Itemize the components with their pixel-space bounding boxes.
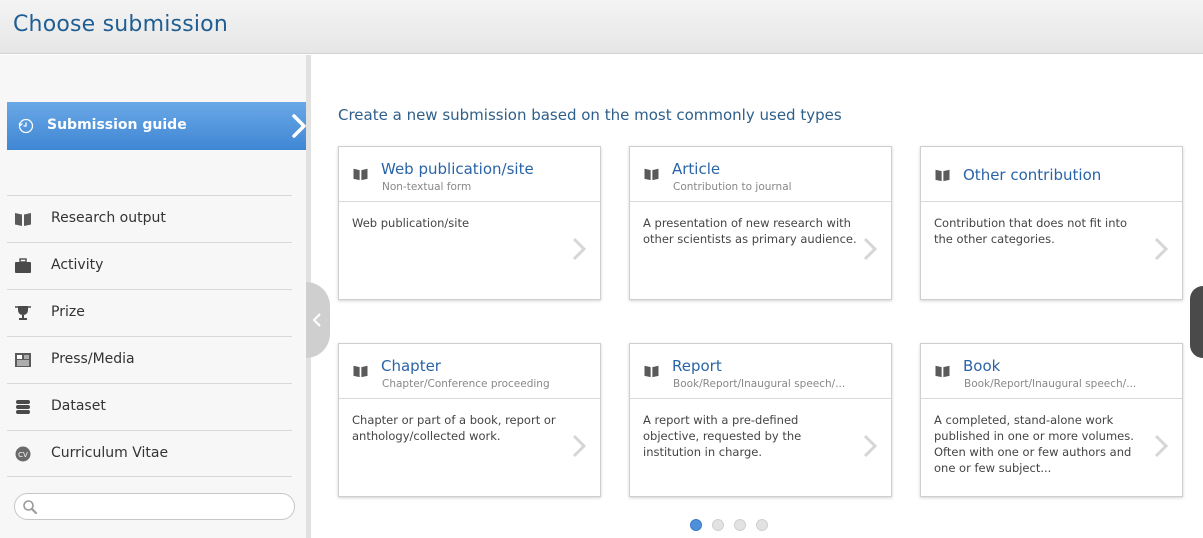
book-icon — [353, 365, 368, 378]
book-icon — [644, 168, 659, 181]
page-dot[interactable] — [756, 519, 768, 531]
sidebar-nav: Research output Activity Prize Press/Med… — [7, 195, 292, 477]
card-header: Chapter Chapter/Conference proceeding — [339, 344, 600, 399]
chevron-left-icon — [312, 313, 321, 327]
page-dot[interactable] — [734, 519, 746, 531]
main-heading: Create a new submission based on the mos… — [338, 106, 842, 124]
cv-icon: CV — [15, 446, 31, 462]
card-title: Chapter — [381, 357, 441, 375]
submission-card-report[interactable]: Report Book/Report/Inaugural speech/... … — [629, 343, 892, 497]
submission-card-chapter[interactable]: Chapter Chapter/Conference proceeding Ch… — [338, 343, 601, 497]
database-icon — [16, 400, 30, 414]
submission-card-other-contribution[interactable]: Other contribution Contribution that doe… — [920, 146, 1183, 300]
submission-card-article[interactable]: Article Contribution to journal A presen… — [629, 146, 892, 300]
card-header: Web publication/site Non-textual form — [339, 147, 600, 202]
sidebar-item-dataset[interactable]: Dataset — [7, 383, 292, 430]
sidebar-item-research-output[interactable]: Research output — [7, 195, 292, 242]
trophy-icon — [15, 306, 31, 320]
newspaper-icon — [15, 353, 31, 367]
card-subtitle: Book/Report/Inaugural speech/... — [673, 378, 846, 390]
chevron-right-icon — [292, 114, 306, 138]
chevron-right-icon — [863, 434, 877, 458]
search-input[interactable] — [43, 498, 283, 516]
card-header: Other contribution — [921, 147, 1182, 202]
card-title: Report — [672, 357, 722, 375]
card-description: A completed, stand-alone work published … — [934, 413, 1134, 475]
submission-guide-button[interactable]: Submission guide — [7, 102, 306, 150]
card-header: Book Book/Report/Inaugural speech/... — [921, 344, 1182, 399]
sidebar-item-label: Curriculum Vitae — [51, 445, 169, 461]
submission-card-book[interactable]: Book Book/Report/Inaugural speech/... A … — [920, 343, 1183, 497]
card-description: Web publication/site — [352, 216, 470, 230]
svg-text:CV: CV — [18, 451, 28, 459]
book-icon — [644, 365, 659, 378]
page-title: Choose submission — [13, 12, 228, 37]
chevron-right-icon — [863, 237, 877, 261]
card-title: Web publication/site — [381, 160, 534, 178]
clock-back-icon — [18, 118, 34, 134]
briefcase-icon — [15, 258, 31, 273]
sidebar-item-label: Prize — [51, 304, 85, 320]
sidebar-item-label: Press/Media — [51, 351, 135, 367]
chevron-right-icon — [572, 237, 586, 261]
card-description: A report with a pre-defined objective, r… — [643, 413, 802, 459]
card-title: Book — [963, 357, 1001, 375]
sidebar-item-activity[interactable]: Activity — [7, 242, 292, 289]
card-header: Article Contribution to journal — [630, 147, 891, 202]
card-subtitle: Non-textual form — [382, 181, 472, 193]
card-description: A presentation of new research with othe… — [643, 216, 857, 246]
sidebar-item-label: Research output — [51, 210, 166, 226]
submission-card-web-publication[interactable]: Web publication/site Non-textual form We… — [338, 146, 601, 300]
sidebar-item-curriculum-vitae[interactable]: CV Curriculum Vitae — [7, 430, 292, 477]
chevron-right-icon — [1154, 237, 1168, 261]
chevron-right-icon — [572, 434, 586, 458]
book-icon — [935, 169, 950, 182]
card-subtitle: Contribution to journal — [673, 181, 792, 193]
carousel-prev-button[interactable] — [306, 282, 330, 358]
sidebar-item-label: Activity — [51, 257, 104, 273]
page-dot[interactable] — [712, 519, 724, 531]
chevron-right-icon — [1154, 434, 1168, 458]
card-subtitle: Book/Report/Inaugural speech/... — [964, 378, 1137, 390]
page-header: Choose submission — [0, 0, 1203, 54]
card-title: Other contribution — [963, 166, 1102, 184]
sidebar-search — [14, 493, 295, 520]
sidebar-item-press-media[interactable]: Press/Media — [7, 336, 292, 383]
card-description: Chapter or part of a book, report or ant… — [352, 413, 556, 443]
sidebar-item-label: Dataset — [51, 398, 106, 414]
search-icon — [23, 500, 37, 514]
carousel-next-button[interactable] — [1190, 286, 1203, 358]
card-title: Article — [672, 160, 721, 178]
book-icon — [353, 168, 368, 181]
book-icon — [15, 213, 31, 226]
card-subtitle: Chapter/Conference proceeding — [382, 378, 550, 390]
sidebar-item-prize[interactable]: Prize — [7, 289, 292, 336]
submission-guide-label: Submission guide — [47, 117, 187, 133]
card-description: Contribution that does not fit into the … — [934, 216, 1128, 246]
book-icon — [935, 365, 950, 378]
card-header: Report Book/Report/Inaugural speech/... — [630, 344, 891, 399]
page-dot[interactable] — [690, 519, 702, 531]
